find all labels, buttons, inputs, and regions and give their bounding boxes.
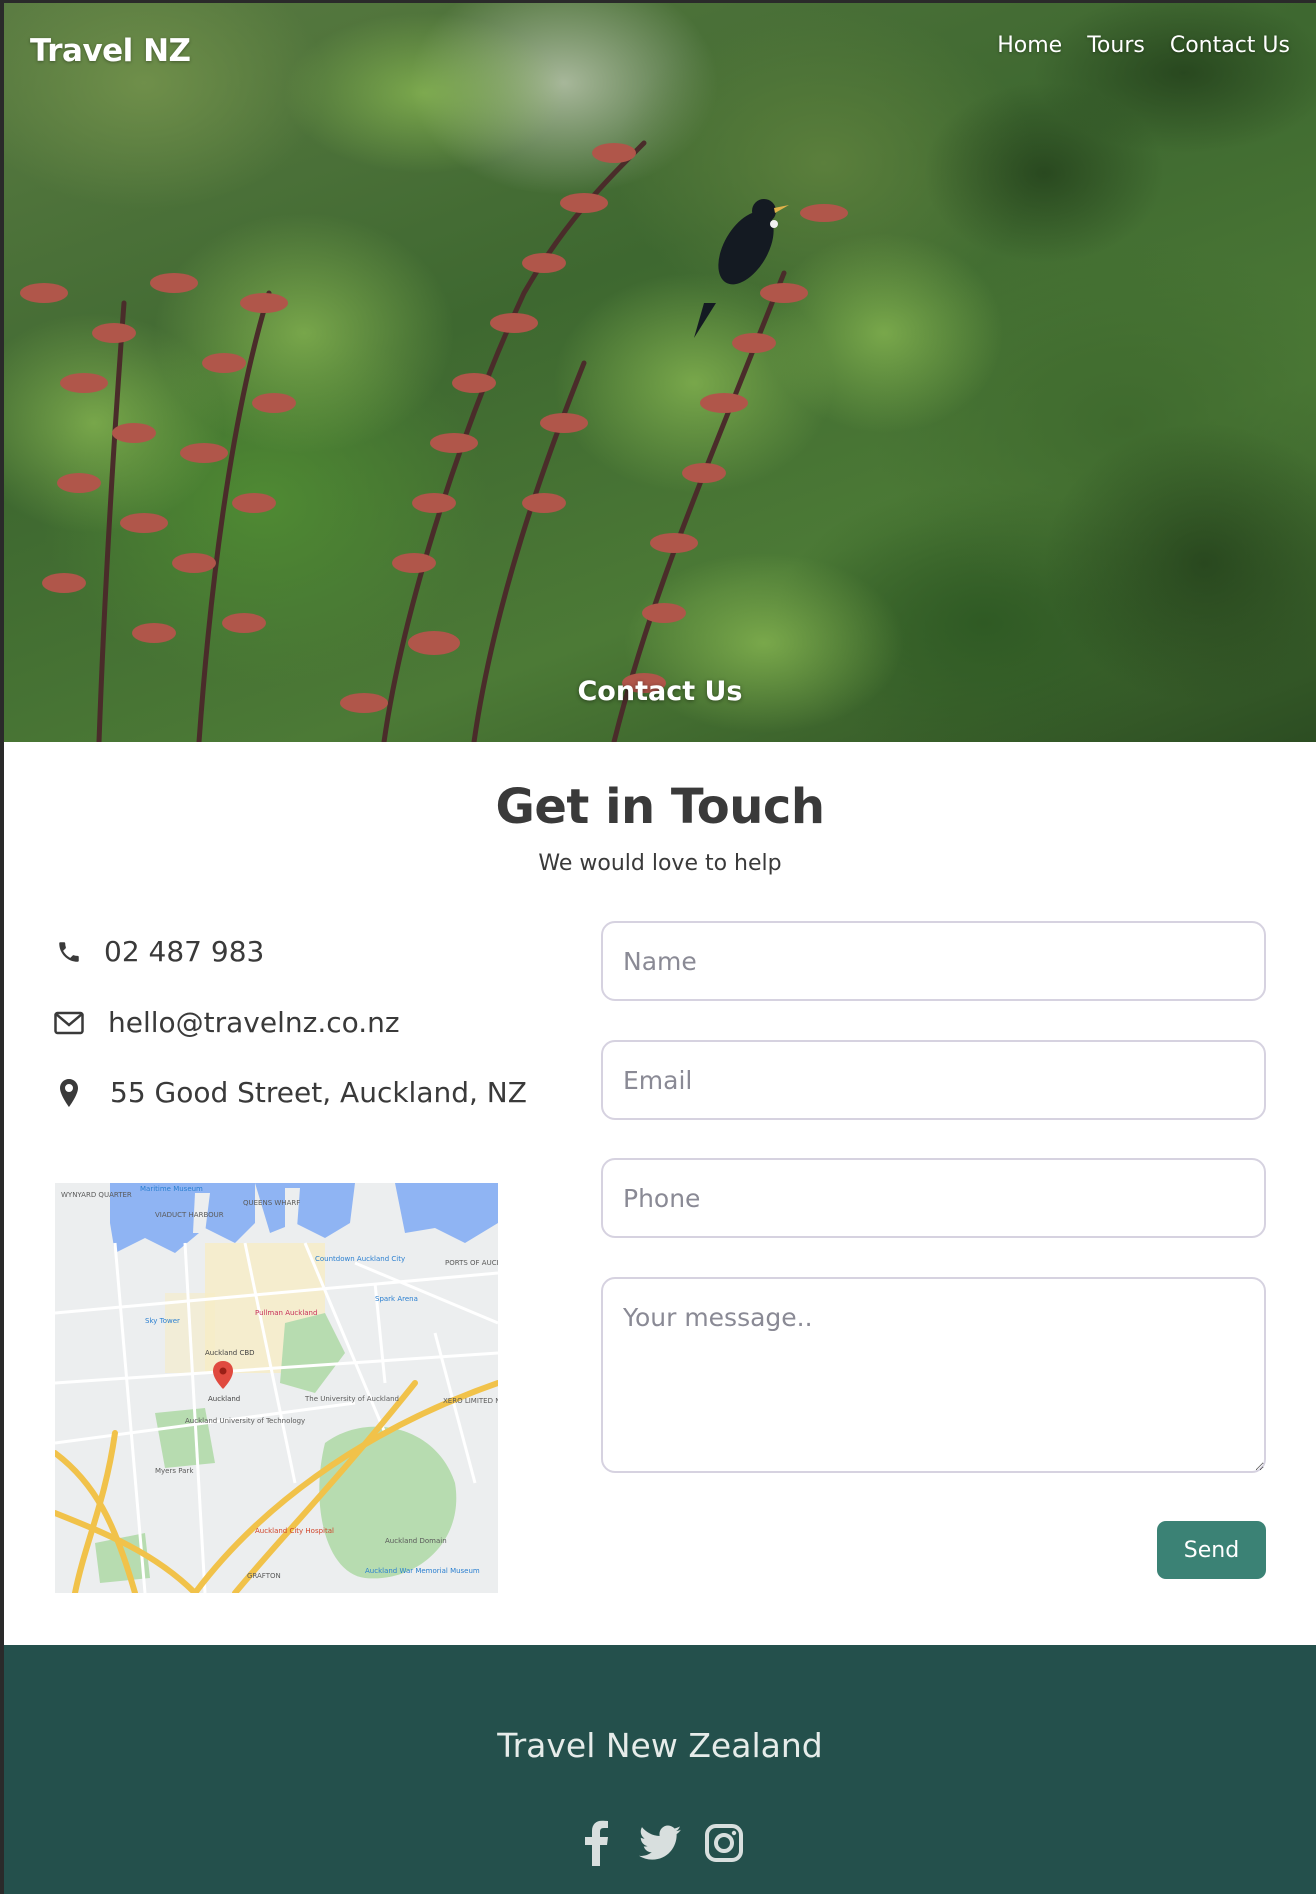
hero-banner: Travel NZ Home Tours Contact Us Contact …	[4, 3, 1316, 742]
phone-input[interactable]	[601, 1158, 1266, 1238]
hero-image	[4, 3, 1316, 742]
contact-address: 55 Good Street, Auckland, NZ	[52, 1076, 527, 1109]
page-subtitle: We would love to help	[538, 851, 782, 876]
map-label-hospital: Auckland City Hospital	[255, 1527, 334, 1535]
email-address[interactable]: hello@travelnz.co.nz	[108, 1006, 400, 1039]
map-label-wynyard: WYNYARD QUARTER	[61, 1191, 132, 1199]
name-input[interactable]	[601, 921, 1266, 1001]
map-label-ports: PORTS OF AUCKLAND	[445, 1259, 498, 1267]
nav-tours[interactable]: Tours	[1087, 33, 1145, 58]
map-label-myers-park: Myers Park	[155, 1467, 194, 1475]
page: Travel NZ Home Tours Contact Us Contact …	[4, 3, 1316, 1894]
social-links	[4, 1819, 1316, 1867]
map-label-maritime: Maritime Museum	[140, 1185, 203, 1193]
hero-title: Contact Us	[577, 676, 743, 707]
map-label-museum: Auckland War Memorial Museum	[365, 1567, 480, 1575]
map-label-auckland: Auckland	[208, 1395, 240, 1403]
brand-logo[interactable]: Travel NZ	[30, 33, 191, 69]
footer: Travel New Zealand	[4, 1645, 1316, 1894]
instagram-icon[interactable]	[702, 1819, 746, 1867]
email-input[interactable]	[601, 1040, 1266, 1120]
map-label-countdown: Countdown Auckland City	[315, 1255, 405, 1263]
envelope-icon	[52, 1011, 86, 1035]
phone-number: 02 487 983	[104, 935, 265, 968]
phone-icon	[52, 939, 86, 965]
footer-title: Travel New Zealand	[497, 1726, 823, 1765]
map-label-spark-arena: Spark Arena	[375, 1295, 418, 1303]
nav-home[interactable]: Home	[997, 33, 1062, 58]
map-label-aut: Auckland University of Technology	[185, 1417, 305, 1425]
main-nav: Home Tours Contact Us	[997, 33, 1290, 58]
map-label-university: The University of Auckland	[304, 1395, 399, 1403]
send-button[interactable]: Send	[1157, 1521, 1266, 1579]
map-label-pullman: Pullman Auckland	[255, 1309, 317, 1317]
contact-email: hello@travelnz.co.nz	[52, 1006, 400, 1039]
map-label-cbd: Auckland CBD	[205, 1349, 255, 1357]
contact-phone: 02 487 983	[52, 935, 264, 968]
location-map[interactable]: WYNYARD QUARTER VIADUCT HARBOUR QUEENS W…	[55, 1183, 498, 1593]
map-label-xero: XERO LIMITED NZ	[443, 1397, 498, 1405]
street-address: 55 Good Street, Auckland, NZ	[110, 1076, 527, 1109]
map-pin-icon	[52, 1078, 86, 1108]
map-label-grafton: GRAFTON	[247, 1572, 281, 1580]
facebook-icon[interactable]	[574, 1819, 618, 1867]
nav-contact-us[interactable]: Contact Us	[1170, 33, 1290, 58]
map-graphic: WYNYARD QUARTER VIADUCT HARBOUR QUEENS W…	[55, 1183, 498, 1593]
map-label-sky-tower: Sky Tower	[145, 1317, 180, 1325]
map-label-domain: Auckland Domain	[385, 1537, 447, 1545]
map-label-viaduct: VIADUCT HARBOUR	[155, 1211, 224, 1219]
map-label-queens-wharf: QUEENS WHARF	[243, 1199, 300, 1207]
page-title: Get in Touch	[495, 779, 825, 835]
twitter-icon[interactable]	[638, 1819, 682, 1867]
message-textarea[interactable]	[601, 1277, 1266, 1473]
